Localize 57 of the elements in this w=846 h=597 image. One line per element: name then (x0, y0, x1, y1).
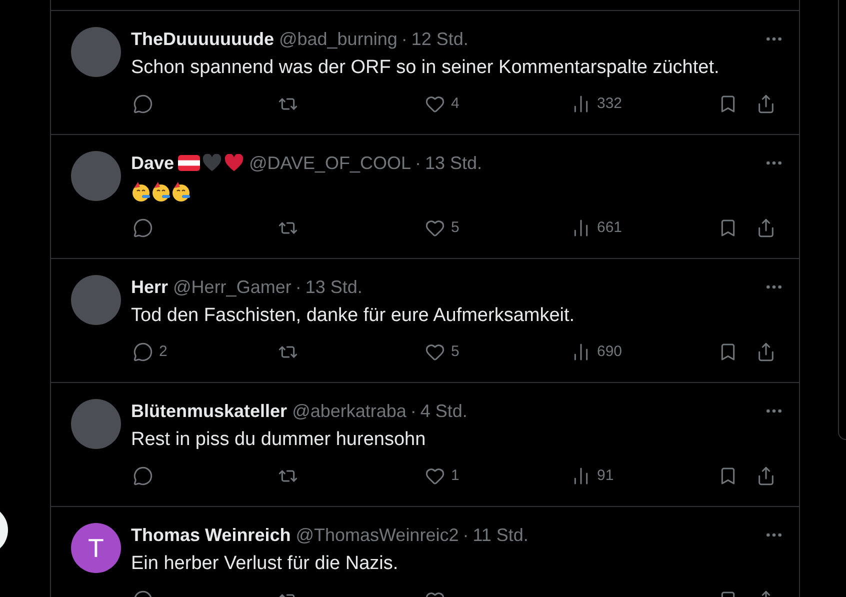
reply-icon (133, 342, 153, 362)
post-time[interactable]: 11 Std. (472, 522, 528, 548)
share-icon (756, 342, 776, 362)
reply-button[interactable]: 2 (131, 340, 170, 364)
author-handle[interactable]: @bad_burning (278, 26, 398, 52)
author-handle[interactable]: @ThomasWeinreic2 (296, 522, 459, 548)
avatar-photo-placeholder[interactable] (71, 27, 121, 77)
party-face-icon (151, 182, 171, 202)
like-button[interactable]: 5 (423, 216, 462, 240)
author-handle[interactable]: @Herr_Gamer (173, 274, 292, 300)
like-button[interactable]: 5 (423, 340, 462, 364)
reply-button[interactable] (131, 466, 155, 486)
reply-text: Ein herber Verlust für die Nazis. (131, 552, 398, 576)
author-name[interactable]: Dave (131, 150, 174, 176)
post-time[interactable]: 13 Std. (425, 150, 482, 176)
separator-dot: · (462, 524, 469, 546)
avatar-photo-placeholder[interactable] (71, 399, 121, 449)
reply-text: Rest in piss du dummer hurensohn (131, 428, 426, 452)
reply-text: Tod den Faschisten, danke für eure Aufmerksamkeit. (131, 304, 575, 328)
avatar-letter[interactable]: T (71, 523, 121, 573)
share-icon (756, 466, 776, 486)
separator-dot: · (401, 28, 408, 50)
author-name[interactable]: Herr (131, 274, 168, 300)
avatar-photo-placeholder[interactable] (71, 151, 121, 201)
author-name[interactable]: TheDuuuuuuude (131, 26, 274, 52)
reply-button[interactable] (131, 94, 155, 114)
separator-dot: · (295, 276, 302, 298)
share-icon (756, 94, 776, 114)
heart-icon (425, 342, 445, 362)
author-name[interactable]: Thomas Weinreich (131, 522, 291, 548)
author-handle[interactable]: @DAVE_OF_COOL (249, 150, 412, 176)
reply-icon (133, 466, 153, 486)
like-button[interactable]: 1 (423, 464, 462, 488)
separator-dot: · (415, 152, 422, 174)
separator-dot: · (410, 400, 416, 422)
views-button[interactable]: 332 (569, 92, 624, 116)
party-face-icon (171, 182, 191, 202)
heart-icon (425, 466, 445, 486)
party-face-icon (131, 182, 151, 202)
heart-icon (425, 94, 445, 114)
post-time[interactable]: 12 Std. (411, 26, 468, 52)
like-button[interactable]: 4 (423, 92, 462, 116)
post-time[interactable]: 13 Std. (305, 274, 362, 300)
views-button[interactable]: 690 (569, 340, 624, 364)
post-time[interactable]: 4 Std. (420, 398, 468, 424)
share-icon (756, 218, 776, 238)
author-handle[interactable]: @aberkatraba (292, 398, 406, 424)
reply-button[interactable] (131, 218, 155, 238)
views-button[interactable]: 91 (569, 464, 616, 488)
reply-icon (133, 218, 153, 238)
avatar-photo-placeholder[interactable] (71, 275, 121, 325)
flag-icon (178, 155, 200, 171)
reply-text: Schon spannend was der ORF so in seiner Kommentarspalte züchtet. (131, 56, 720, 80)
reply-icon (133, 94, 153, 114)
views-button[interactable]: 661 (569, 216, 624, 240)
heart-icon (425, 218, 445, 238)
author-name[interactable]: Blütenmuskateller (131, 398, 288, 424)
